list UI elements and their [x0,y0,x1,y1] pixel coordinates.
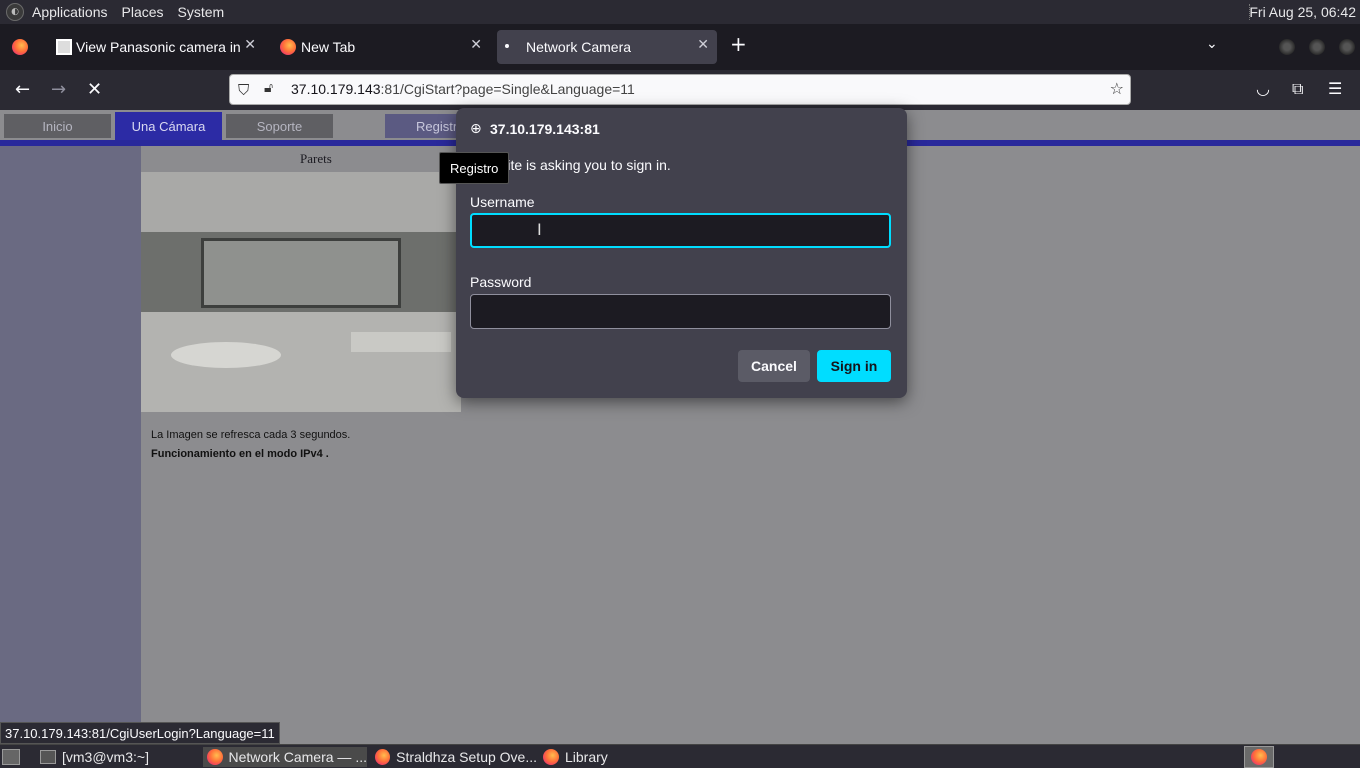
show-desktop-icon[interactable] [2,749,20,765]
back-arrow-icon[interactable]: ← [15,79,30,100]
status-url: 37.10.179.143:81/CgiUserLogin?Language=1… [0,722,280,744]
bookmark-star-icon[interactable]: ☆ [1110,79,1124,98]
dialog-host: 37.10.179.143:81 [490,121,600,137]
new-tab-button[interactable]: + [730,32,747,56]
hamburger-menu-icon[interactable]: ☰ [1328,79,1342,98]
refresh-info-text: La Imagen se refresca cada 3 segundos. [151,429,351,441]
nav-registro[interactable]: Registro [385,114,465,138]
menu-places[interactable]: Places [122,4,164,20]
tooltip: Registro [439,152,510,184]
tab-bar: View Panasonic camera in Sp ✕ New Tab ✕ … [0,24,1360,70]
minimize-window-icon[interactable] [1279,39,1295,55]
nav-soporte[interactable]: Soporte [226,114,333,138]
stop-loading-icon[interactable]: ✕ [87,79,102,100]
taskbar: [vm3@vm3:~] Network Camera — ... Straldh… [0,744,1360,768]
task-terminal[interactable]: [vm3@vm3:~] [36,747,200,767]
maximize-window-icon[interactable] [1309,39,1325,55]
password-label: Password [470,274,532,290]
top-panel: ◐ Applications Places System Fri Aug 25,… [0,0,1360,24]
image-favicon-icon [56,39,72,55]
camera-live-image[interactable] [141,172,461,412]
pocket-icon[interactable]: ◡ [1256,79,1270,98]
tab-title: View Panasonic camera in Sp [76,39,242,55]
globe-icon: ⊕ [470,121,482,137]
tray-firefox-icon[interactable] [1244,746,1274,768]
insecure-lock-icon[interactable]: 🔓︎ [264,80,273,96]
extensions-puzzle-icon[interactable]: ⧉ [1292,79,1303,99]
firefox-icon [375,749,391,765]
camera-name-label: Parets [300,151,332,166]
chevron-down-icon[interactable]: ⌄ [1206,36,1218,52]
url-path: :81/CgiStart?page=Single&Language=11 [380,81,635,97]
tab-title: New Tab [301,39,356,55]
menu-system[interactable]: System [178,4,225,20]
nav-una-camara[interactable]: Una Cámara [115,112,222,140]
text-cursor-icon: I [537,220,542,239]
tab-new-tab[interactable]: New Tab ✕ [272,30,490,64]
close-icon[interactable]: ✕ [244,37,256,53]
tab-panasonic[interactable]: View Panasonic camera in Sp ✕ [52,30,264,64]
forward-arrow-icon[interactable]: → [51,79,66,100]
task-network-camera[interactable]: Network Camera — ... [203,747,367,767]
firefox-icon [1251,749,1267,765]
url-bar[interactable]: ⛉ 🔓︎ 37.10.179.143:81/CgiStart?page=Sing… [229,74,1131,105]
firefox-menu-icon[interactable] [12,39,28,55]
task-library[interactable]: Library [539,747,639,767]
task-straldhza-setup[interactable]: Straldhza Setup Ove... [371,747,537,767]
menu-applications[interactable]: Applications [32,4,108,20]
close-icon[interactable]: ✕ [470,37,482,53]
firefox-icon [543,749,559,765]
cancel-button[interactable]: Cancel [738,350,810,382]
ip-mode-text: Funcionamiento en el modo IPv4 . [151,448,329,460]
close-window-icon[interactable] [1339,39,1355,55]
clock[interactable]: Fri Aug 25, 06:42 [1249,4,1356,20]
tab-network-camera[interactable]: Network Camera ✕ [497,30,717,64]
task-label: Library [565,749,608,765]
close-icon[interactable]: ✕ [697,37,709,53]
distro-logo-icon[interactable]: ◐ [6,3,24,21]
url-host: 37.10.179.143 [291,81,381,97]
task-label: Network Camera — ... [228,749,367,765]
task-label: Straldhza Setup Ove... [396,749,537,765]
task-label: [vm3@vm3:~] [62,749,149,765]
url-text[interactable]: 37.10.179.143:81/CgiStart?page=Single&La… [291,81,635,97]
firefox-favicon-icon [280,39,296,55]
password-input[interactable] [470,294,891,329]
username-input[interactable] [470,213,891,248]
username-label: Username [470,194,535,210]
auth-dialog: ⊕ 37.10.179.143:81 This site is asking y… [456,108,907,398]
loading-dot-icon [505,44,509,48]
tab-title: Network Camera [526,39,632,55]
left-sidebar-column [0,146,141,744]
tracking-shield-icon[interactable]: ⛉ [238,81,249,99]
sign-in-button[interactable]: Sign in [817,350,891,382]
navigation-toolbar: ← → ✕ ⛉ 🔓︎ 37.10.179.143:81/CgiStart?pag… [0,70,1360,110]
firefox-icon [207,749,223,765]
terminal-icon [40,750,56,764]
nav-inicio[interactable]: Inicio [4,114,111,138]
